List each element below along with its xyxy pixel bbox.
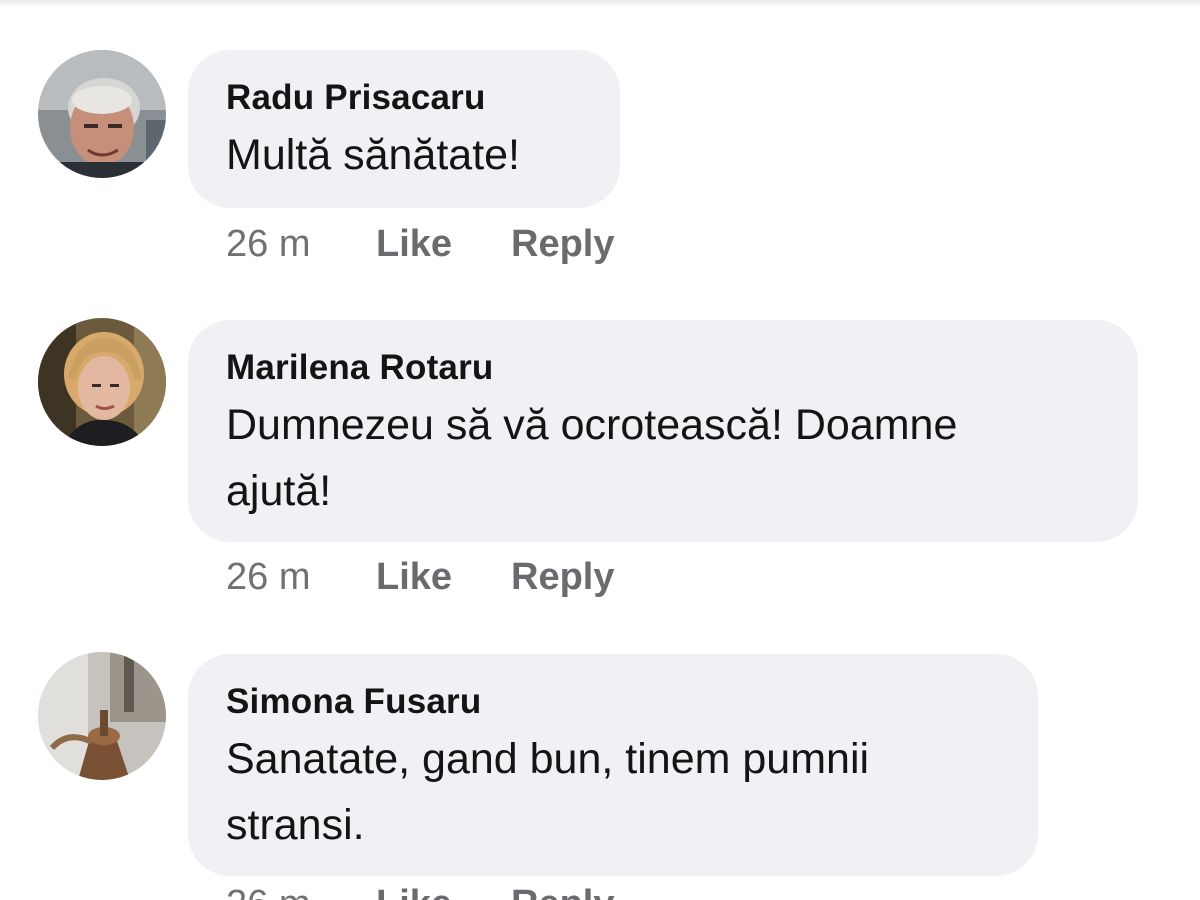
comment-bubble: Marilena Rotaru Dumnezeu să vă ocroteasc… xyxy=(188,320,1138,542)
comment-author-name[interactable]: Simona Fusaru xyxy=(226,682,1000,722)
avatar-photo-woman xyxy=(38,318,166,446)
comment-author-name[interactable]: Marilena Rotaru xyxy=(226,348,1100,388)
avatar-photo-man xyxy=(38,50,166,178)
avatar-photo-object xyxy=(38,652,166,780)
comment-timestamp[interactable]: 26 m xyxy=(226,224,310,264)
like-button[interactable]: Like xyxy=(376,224,452,264)
reply-button[interactable]: Reply xyxy=(511,884,614,900)
comment-bubble: Radu Prisacaru Multă sănătate! xyxy=(188,50,620,208)
comments-thread: Radu Prisacaru Multă sănătate! 26 m Like… xyxy=(0,0,1200,900)
reply-button[interactable]: Reply xyxy=(511,557,614,597)
avatar[interactable] xyxy=(38,652,166,780)
reply-button[interactable]: Reply xyxy=(511,224,614,264)
comment-author-name[interactable]: Radu Prisacaru xyxy=(226,78,582,118)
comment-bubble: Simona Fusaru Sanatate, gand bun, tinem … xyxy=(188,654,1038,876)
comment-text: Multă sănătate! xyxy=(226,131,521,179)
previous-comment-edge xyxy=(0,0,1200,8)
comment-text: Sanatate, gand bun, tinem pumnii stransi… xyxy=(226,735,870,849)
like-button[interactable]: Like xyxy=(376,557,452,597)
like-button[interactable]: Like xyxy=(376,884,452,900)
comment-timestamp[interactable]: 26 m xyxy=(226,557,310,597)
comment-text: Dumnezeu să vă ocrotească! Doamne ajută! xyxy=(226,401,958,515)
comment-timestamp[interactable]: 26 m xyxy=(226,884,310,900)
avatar[interactable] xyxy=(38,50,166,178)
avatar[interactable] xyxy=(38,318,166,446)
